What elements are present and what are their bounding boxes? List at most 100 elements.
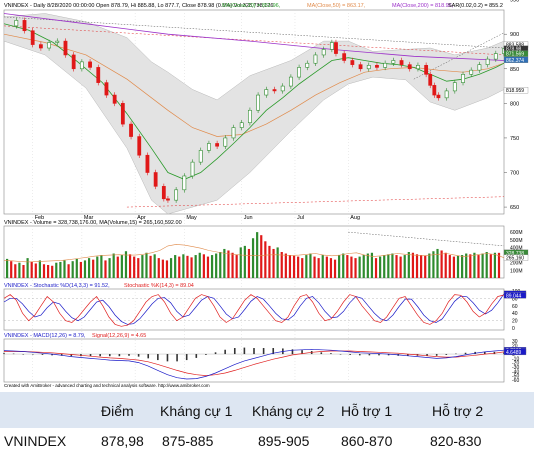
- volume-tick-label: 600M: [510, 230, 523, 236]
- macd-histogram-bar: [118, 354, 121, 357]
- signal-legend: Signal(12,26,9) = 4.65: [92, 333, 146, 339]
- volume-bar: [210, 255, 214, 278]
- volume-bar: [297, 256, 300, 278]
- volume-bar: [469, 254, 472, 278]
- volume-bar: [239, 247, 242, 278]
- macd-histogram-bar: [195, 354, 198, 358]
- macd-histogram-bar: [205, 354, 207, 355]
- candle: [153, 172, 158, 187]
- stochastic-pane: [3, 293, 505, 327]
- macd-histogram-bar: [166, 354, 169, 362]
- volume-bar: [292, 255, 296, 278]
- stoch-tick-label: 60: [512, 304, 518, 310]
- macd-histogram-bar: [262, 348, 265, 355]
- volume-bar: [481, 253, 484, 278]
- candle: [321, 49, 326, 56]
- candle: [416, 65, 420, 70]
- header-diem: Điểm: [101, 403, 134, 419]
- volume-bar: [206, 256, 210, 278]
- volume-bar: [366, 253, 369, 278]
- price-tick-label: 700: [510, 171, 519, 177]
- macd-histogram-bar: [358, 354, 361, 356]
- volume-pane: [3, 231, 505, 278]
- volume-bar: [411, 252, 415, 278]
- row-khang-cu-1: 875-885: [162, 433, 214, 449]
- candle: [47, 42, 51, 49]
- volume-bar: [219, 252, 222, 278]
- macd-histogram-bar: [176, 354, 178, 362]
- volume-bar: [26, 258, 29, 278]
- macd-histogram-bar: [253, 348, 255, 355]
- candle: [256, 94, 260, 111]
- volume-bar: [182, 254, 185, 278]
- candle: [137, 136, 142, 156]
- bollinger-area: [3, 13, 505, 215]
- macd-histogram-bar: [214, 352, 217, 355]
- macd-histogram-bar: [3, 353, 5, 355]
- candle: [436, 94, 441, 99]
- volume-bar: [10, 261, 13, 278]
- volume-bar: [383, 255, 386, 278]
- stoch-tick-label: 20: [512, 319, 518, 325]
- stoch-tick-label: 40: [512, 311, 518, 317]
- volume-bar: [325, 256, 328, 278]
- volume-bar: [473, 252, 476, 278]
- candle: [469, 69, 474, 75]
- candle: [239, 122, 244, 128]
- macd-signal-line: [4, 350, 505, 376]
- candle: [112, 94, 117, 104]
- volume-bar: [264, 241, 267, 278]
- volume-bar: [116, 256, 119, 278]
- macd-histogram-bar: [41, 354, 44, 355]
- volume-bar: [174, 255, 177, 278]
- candle: [161, 186, 166, 200]
- candle: [207, 143, 211, 151]
- volume-bar: [440, 250, 443, 278]
- month-label: May: [186, 215, 197, 221]
- candle: [313, 54, 318, 64]
- volume-bar: [87, 258, 91, 278]
- volume-bar: [100, 255, 103, 278]
- macd-histogram-bar: [464, 352, 467, 355]
- volume-bar: [461, 255, 464, 278]
- stoch-k-line: [3, 294, 505, 327]
- candle: [71, 54, 76, 70]
- price-tick-label: 900: [510, 32, 519, 38]
- volume-bar: [75, 258, 78, 278]
- volume-bar: [276, 247, 279, 278]
- volume-bar: [444, 252, 447, 278]
- macd-histogram-bar: [22, 354, 25, 355]
- header-ho-tro-2: Hỗ trợ 2: [432, 403, 484, 419]
- macd-histogram-bar: [339, 354, 342, 355]
- volume-bar: [260, 235, 263, 278]
- candle: [305, 62, 310, 68]
- volume-bar: [497, 252, 501, 278]
- volume-bar: [120, 255, 123, 278]
- candle: [477, 64, 482, 71]
- volume-bar: [448, 255, 451, 278]
- volume-bar: [108, 258, 111, 278]
- volume-bar: [420, 255, 423, 278]
- volume-bar: [452, 256, 456, 278]
- macd-histogram-bar: [445, 354, 448, 355]
- macd-histogram-bar: [99, 354, 101, 357]
- macd-histogram-bar: [185, 354, 188, 361]
- volume-bar: [428, 253, 431, 278]
- volume-legend: VNINDEX - Volume = 328,738,176.00, MA(Vo…: [4, 220, 182, 226]
- macd-histogram-bar: [233, 348, 236, 355]
- candle: [444, 90, 449, 99]
- header-khang-cu-2: Kháng cự 2: [252, 403, 325, 419]
- volume-bar: [145, 252, 148, 278]
- macd-histogram-bar: [243, 347, 246, 355]
- volume-tick-label: 500M: [510, 238, 523, 244]
- macd-histogram-bar: [108, 354, 111, 357]
- price-tick-label: 800: [510, 101, 519, 107]
- volume-bar: [157, 258, 160, 278]
- macd-histogram-bar: [455, 353, 457, 355]
- candle: [297, 67, 301, 78]
- volume-bar: [485, 252, 488, 278]
- volume-bar: [67, 264, 70, 278]
- volume-bar: [358, 256, 361, 278]
- price-tag-label: 862.374: [506, 58, 524, 64]
- price-tick-label: 750: [510, 136, 519, 142]
